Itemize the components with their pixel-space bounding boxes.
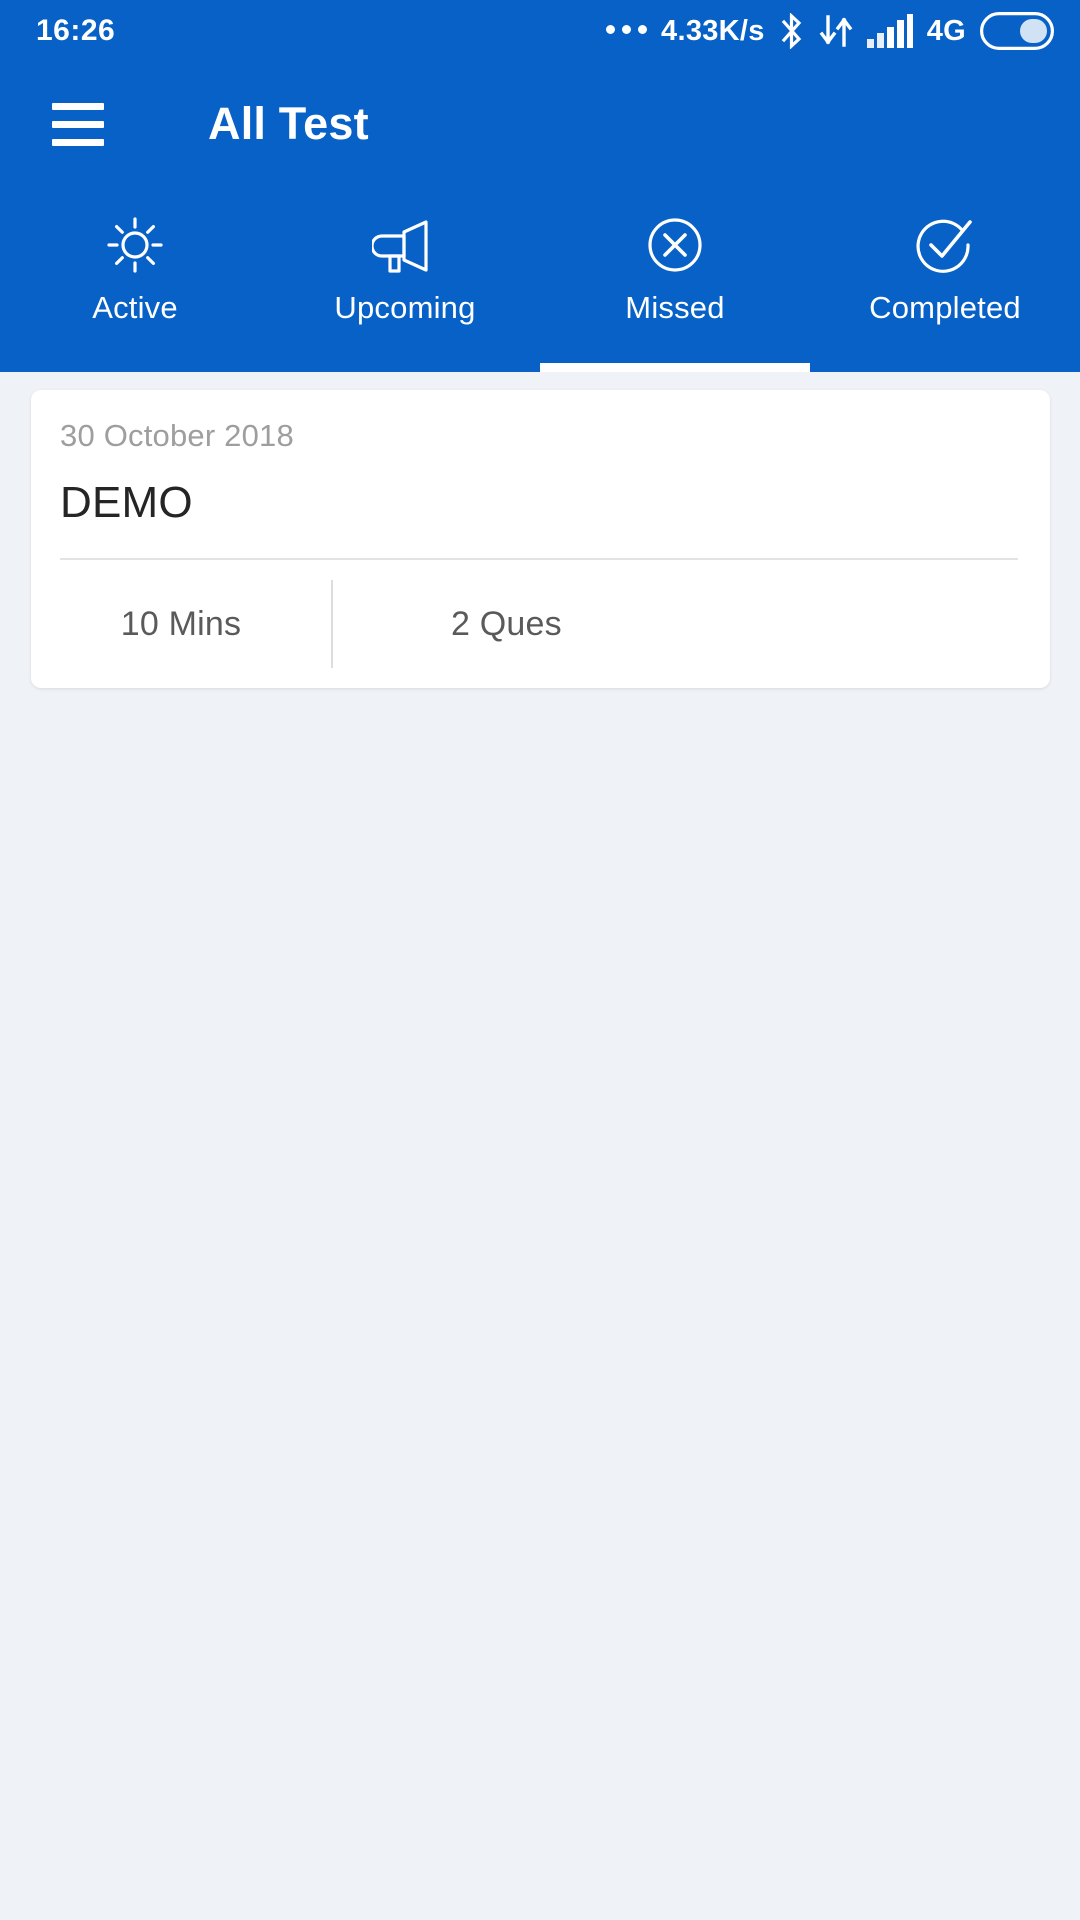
tab-label-upcoming: Upcoming (334, 290, 476, 325)
data-transfer-icon (819, 13, 853, 49)
test-card-date: 30 October 2018 (60, 418, 294, 453)
more-dots-icon (606, 24, 648, 38)
circle-check-icon (912, 214, 978, 276)
signal-bars-icon (866, 14, 913, 48)
test-list: 30 October 2018 DEMO 10 Mins 2 Ques (0, 372, 1080, 688)
status-bar: 16:26 4.33K/s 4G (0, 0, 1080, 62)
tab-missed[interactable]: Missed (540, 186, 810, 372)
test-card-title: DEMO (60, 478, 193, 527)
bluetooth-icon (779, 13, 805, 49)
battery-icon (980, 12, 1054, 50)
tab-label-missed: Missed (625, 290, 725, 325)
network-type-text: 4G (926, 14, 966, 47)
test-card[interactable]: 30 October 2018 DEMO 10 Mins 2 Ques (31, 390, 1050, 688)
test-card-meta: 10 Mins 2 Ques (31, 560, 1050, 688)
status-clock: 16:26 (36, 14, 116, 47)
tab-active[interactable]: Active (0, 186, 270, 372)
status-icons-group: 4.33K/s 4G (606, 12, 1054, 50)
tab-label-completed: Completed (869, 290, 1021, 325)
test-question-count: 2 Ques (451, 604, 562, 643)
network-speed-text: 4.33K/s (661, 14, 765, 47)
sun-icon (104, 214, 166, 276)
circle-x-icon (644, 214, 706, 276)
hamburger-menu-icon[interactable] (52, 102, 104, 146)
tab-completed[interactable]: Completed (810, 186, 1080, 372)
test-duration: 10 Mins (120, 604, 242, 643)
tab-selected-indicator (540, 363, 810, 372)
page-title: All Test (208, 98, 369, 149)
megaphone-icon (372, 214, 438, 276)
tab-bar: Active Upcoming Missed Completed (0, 186, 1080, 372)
tab-upcoming[interactable]: Upcoming (270, 186, 540, 372)
tab-label-active: Active (92, 290, 178, 325)
app-bar: All Test (0, 62, 1080, 186)
